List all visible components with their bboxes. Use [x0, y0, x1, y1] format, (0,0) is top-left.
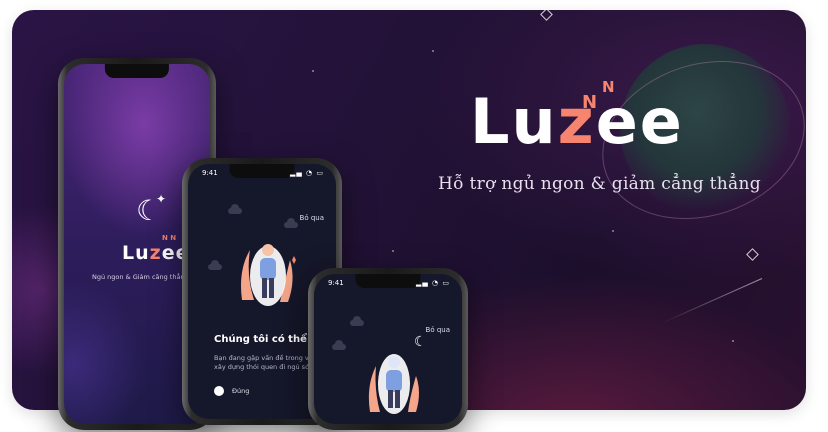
star-dot	[612, 230, 614, 232]
phone-third: 9:41 ▂▄ ◔ ▭ Bỏ qua ☾	[308, 268, 468, 430]
star-dot	[732, 340, 734, 342]
option-radio[interactable]	[214, 386, 224, 396]
status-time: 9:41	[328, 279, 344, 287]
signal-battery-icon: ▂▄ ◔ ▭	[290, 169, 324, 177]
logo-wordmark: Luzee	[470, 82, 684, 162]
cloud-icon	[284, 218, 298, 228]
logo-text-pre: Lu	[470, 85, 558, 158]
splash-logo-z: z	[149, 242, 162, 264]
splash-logo: Luzee	[122, 242, 189, 264]
brand-logo: Luzee N N	[470, 78, 710, 162]
skip-button[interactable]: Bỏ qua	[300, 214, 324, 222]
cloud-icon	[208, 260, 222, 270]
star-icon	[746, 248, 759, 261]
status-bar: 9:41 ▂▄ ◔ ▭	[328, 279, 450, 287]
sleep-zz-icon: N	[582, 92, 598, 113]
star-dot	[312, 70, 314, 72]
star-dot	[432, 50, 434, 52]
sleeping-person-illustration	[241, 244, 296, 306]
shooting-star-line	[661, 278, 763, 324]
third-screen: 9:41 ▂▄ ◔ ▭ Bỏ qua ☾	[314, 274, 462, 424]
sleeping-person-illustration	[368, 354, 419, 414]
star-icon	[540, 10, 553, 21]
splash-tagline: Ngủ ngon & Giảm căng thẳng	[92, 273, 189, 281]
cloud-icon	[332, 340, 346, 350]
cloud-icon	[228, 204, 242, 214]
tagline: Hỗ trợ ngủ ngon & giảm cẳng thẳng	[438, 174, 761, 194]
option-label: Đúng	[232, 387, 250, 395]
status-time: 9:41	[202, 169, 218, 177]
cloud-icon	[350, 316, 364, 326]
skip-button[interactable]: Bỏ qua	[426, 326, 450, 334]
phone-notch	[104, 64, 170, 78]
question-description: Bạn đang gặp vấn đề trong việc xây dựng …	[214, 354, 319, 371]
sleep-zz-icon: N	[602, 78, 615, 96]
sleep-zz-icon: N N	[162, 234, 177, 242]
status-bar: 9:41 ▂▄ ◔ ▭	[202, 169, 324, 177]
sparkle-icon: ✦	[156, 192, 167, 206]
star-dot	[392, 250, 394, 252]
signal-battery-icon: ▂▄ ◔ ▭	[416, 279, 450, 287]
splash-logo-pre: Lu	[122, 242, 150, 264]
